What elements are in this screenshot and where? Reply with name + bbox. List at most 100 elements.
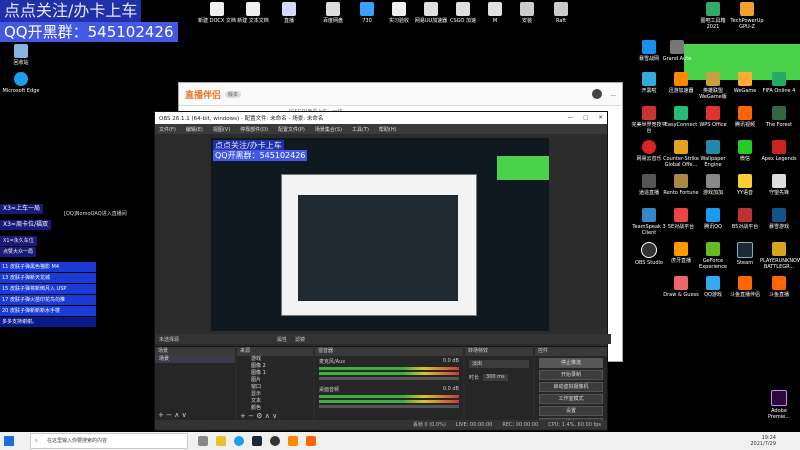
edge-taskbar-icon[interactable] (234, 436, 244, 446)
desktop-icon[interactable]: B5对战平台 (726, 208, 764, 230)
system-clock[interactable]: 19:24 2021/7/29 (750, 435, 800, 447)
desktop-icon-recycle-bin[interactable]: 回收站 (2, 44, 40, 66)
mixer-track-desktop: 桌面音频 0.0 dB (315, 382, 463, 412)
source-controls: + − ⚙ ∧ ∨ (240, 412, 277, 420)
add-icon[interactable]: + (240, 412, 246, 420)
desktop-icon[interactable]: 守望先锋 (760, 174, 798, 196)
kaiheila-icon (642, 72, 656, 86)
desktop-icon[interactable]: WeGame (726, 72, 764, 94)
desktop-icon[interactable]: 新建 DOCX 文档 (198, 2, 236, 24)
douyu-taskbar-icon[interactable] (306, 436, 316, 446)
remove-icon[interactable]: − (248, 412, 254, 420)
douyu-icon (772, 276, 786, 290)
windows-start-icon[interactable] (4, 436, 14, 446)
menu-item[interactable]: 场景集合(S) (315, 126, 342, 133)
start-recording-button[interactable]: 开始录制 (539, 370, 603, 380)
source-item[interactable]: 图像 1 (237, 370, 313, 377)
down-icon[interactable]: ∨ (182, 411, 187, 419)
source-item[interactable]: 文本 (237, 398, 313, 405)
qq-icon (706, 208, 720, 222)
gear-icon[interactable]: ⚙ (256, 412, 262, 420)
desktop-icon[interactable]: PLAYERUNKNOWN'S BATTLEGR... (760, 242, 800, 270)
search-input[interactable]: ⌕ 在这里输入你要搜索的内容 (30, 433, 188, 449)
source-item[interactable]: 窗口 (237, 384, 313, 391)
desktop-icon[interactable]: 直播 (270, 2, 308, 24)
close-icon[interactable]: ✕ (598, 115, 603, 121)
obs-taskbar-icon[interactable] (270, 436, 280, 446)
add-icon[interactable]: + (158, 411, 164, 419)
avatar[interactable] (592, 89, 603, 99)
version-badge[interactable]: 版本 (225, 90, 242, 98)
desktop-icon[interactable]: Apex Legends (760, 140, 798, 162)
desktop-icon[interactable]: 微信 (726, 140, 764, 162)
obs-window[interactable]: OBS 26.1.1 (64-bit, windows) - 配置文件: 未命名… (154, 111, 611, 431)
menu-item[interactable]: 帮助(H) (379, 126, 397, 133)
desktop-icon[interactable]: TechPowerUp GPU-Z (728, 2, 766, 30)
source-item[interactable]: 游戏 (237, 356, 313, 363)
scene-item[interactable]: 场景 (155, 356, 235, 363)
fifa-icon (772, 72, 786, 86)
obs-icon (641, 242, 657, 258)
desktop-icon[interactable]: Raft (542, 2, 580, 24)
menu-item[interactable]: 工具(T) (352, 126, 369, 133)
source-item[interactable]: 图像 2 (237, 363, 313, 370)
desktop-icon[interactable]: 暴雪游戏 (760, 208, 798, 230)
scenes-header: 场景 (155, 347, 235, 356)
volume-slider[interactable] (319, 405, 459, 408)
transitions-panel: 转场特效 淡出 时长 300 ms (465, 346, 533, 421)
desktop-icon-edge[interactable]: Microsoft Edge (2, 72, 40, 94)
desktop-icon[interactable]: 图吧工具箱 2021 (694, 2, 732, 30)
source-item[interactable]: 图片 (237, 377, 313, 384)
more-icon[interactable]: ... (610, 91, 616, 98)
filters-button[interactable]: 滤镜 (295, 336, 305, 343)
preview-overlay-qq: QQ开黑群：545102426 (213, 150, 308, 161)
premiere-icon (771, 390, 787, 406)
desktop-icon[interactable]: 安装 (508, 2, 546, 24)
source-item[interactable]: 显示 (237, 391, 313, 398)
task-view-icon[interactable] (198, 436, 208, 446)
obs-preview[interactable]: 点点关注/办卡上车 QQ开黑群：545102426 (211, 138, 549, 331)
desktop-icon[interactable]: The Forest (760, 106, 798, 128)
desktop-icon[interactable]: FIFA Online 4 (760, 72, 798, 94)
steam-taskbar-icon[interactable] (252, 436, 262, 446)
maximize-icon[interactable]: □ (583, 115, 588, 121)
studio-mode-button[interactable]: 工作室模式 (539, 394, 603, 404)
stop-stream-button[interactable]: 停止推流 (539, 358, 603, 368)
menu-item[interactable]: 停靠部件(D) (240, 126, 268, 133)
desktop-icon[interactable]: 斗鱼直播伴侣 (726, 276, 764, 298)
minimize-icon[interactable]: — (568, 115, 574, 121)
menu-item[interactable]: 编辑(E) (186, 126, 203, 133)
up-icon[interactable]: ∧ (174, 411, 179, 419)
desktop-icon[interactable]: 斗鱼直播 (760, 276, 798, 298)
lol-icon (706, 72, 720, 86)
properties-button[interactable]: 属性 (277, 336, 287, 343)
up-icon[interactable]: ∧ (265, 412, 270, 420)
live-time: LIVE: 00:00:00 (455, 421, 493, 428)
qq-game-icon (706, 276, 720, 290)
desktop-icon[interactable]: 新建 文本文档 (234, 2, 272, 24)
desktop-icon[interactable]: 百度网盘 (314, 2, 352, 24)
xiaoyao-icon (642, 174, 656, 188)
menu-item[interactable]: 视图(V) (213, 126, 230, 133)
wegame-icon (738, 72, 752, 86)
duration-input[interactable]: 300 ms (483, 374, 508, 381)
down-icon[interactable]: ∨ (272, 412, 277, 420)
menu-item[interactable]: 文件(F) (159, 126, 176, 133)
remove-icon[interactable]: − (166, 411, 172, 419)
desktop-icon[interactable]: Grand Auto (658, 40, 696, 62)
companion-taskbar-icon[interactable] (288, 436, 298, 446)
file-explorer-icon[interactable] (216, 436, 226, 446)
overlay-qq-prefix: QQ开黑群： (4, 23, 88, 41)
geforce-icon (706, 242, 720, 256)
desktop-icon[interactable]: YY语音 (726, 174, 764, 196)
menu-item[interactable]: 配置文件(P) (278, 126, 305, 133)
desktop-icon[interactable]: 腾讯视频 (726, 106, 764, 128)
desktop-icon[interactable]: Steam (726, 242, 764, 266)
settings-button[interactable]: 设置 (539, 406, 603, 416)
desktop-icon-premiere[interactable]: Adobe Premie... (760, 390, 798, 420)
transition-select[interactable]: 淡出 (469, 360, 529, 368)
source-item[interactable]: 颜色 (237, 405, 313, 412)
list-item: 15 皮肤子弹将新倒月入 USP (0, 284, 96, 295)
volume-slider[interactable] (319, 377, 459, 380)
virtual-camera-button[interactable]: 启动虚拟摄像机 (539, 382, 603, 392)
